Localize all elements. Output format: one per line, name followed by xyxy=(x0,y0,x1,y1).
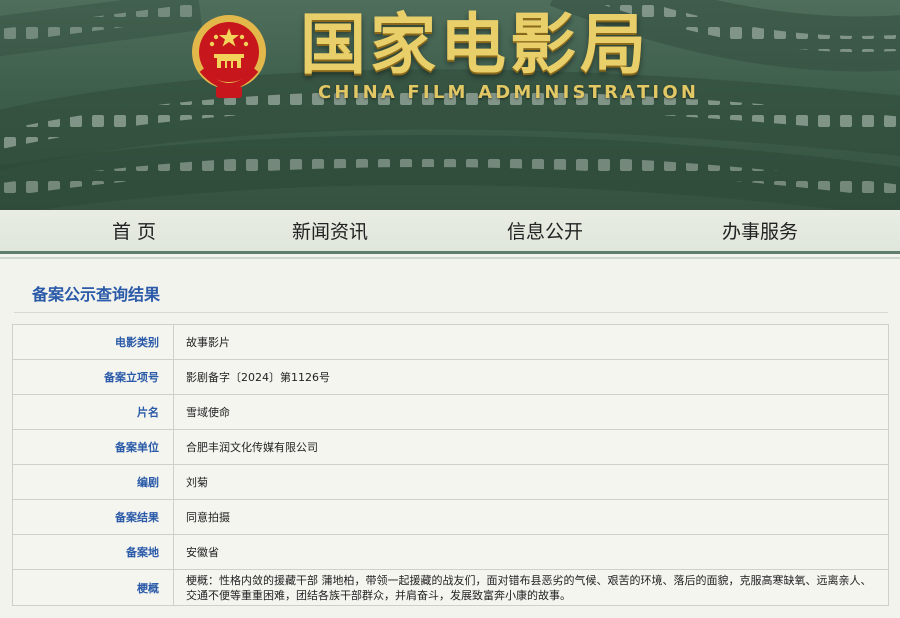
site-title-english: CHINA FILM ADMINISTRATION xyxy=(318,82,700,103)
row-label-result: 备案结果 xyxy=(12,499,174,535)
table-row: 编剧 刘菊 xyxy=(12,464,889,500)
table-row: 电影类别 故事影片 xyxy=(12,324,889,360)
nav-divider xyxy=(0,257,900,259)
nav-item-home[interactable]: 首 页 xyxy=(84,210,184,254)
row-value-location: 安徽省 xyxy=(173,534,889,570)
table-row: 备案单位 合肥丰润文化传媒有限公司 xyxy=(12,429,889,465)
row-label-location: 备案地 xyxy=(12,534,174,570)
page-title: 备案公示查询结果 xyxy=(32,285,161,304)
site-banner: 国家电影局 CHINA FILM ADMINISTRATION xyxy=(0,0,900,210)
nav-item-services[interactable]: 办事服务 xyxy=(700,210,820,254)
row-label-screenwriter: 编剧 xyxy=(12,464,174,500)
table-row: 片名 雪域使命 xyxy=(12,394,889,430)
nav-item-news[interactable]: 新闻资讯 xyxy=(270,210,390,254)
row-value-registration-number: 影剧备字〔2024〕第1126号 xyxy=(173,359,889,395)
row-value-category: 故事影片 xyxy=(173,324,889,360)
row-value-film-title: 雪域使命 xyxy=(173,394,889,430)
row-value-result: 同意拍摄 xyxy=(173,499,889,535)
row-label-category: 电影类别 xyxy=(12,324,174,360)
row-label-registration-number: 备案立项号 xyxy=(12,359,174,395)
section-divider xyxy=(14,312,888,313)
table-row: 梗概 梗概：性格内敛的援藏干部 蒲地柏，带领一起援藏的战友们，面对错布县恶劣的气… xyxy=(12,569,889,606)
nav-item-info-disclosure[interactable]: 信息公开 xyxy=(485,210,605,254)
site-title-chinese: 国家电影局 xyxy=(300,6,650,83)
row-value-screenwriter: 刘菊 xyxy=(173,464,889,500)
table-row: 备案结果 同意拍摄 xyxy=(12,499,889,535)
row-label-film-title: 片名 xyxy=(12,394,174,430)
record-table: 电影类别 故事影片 备案立项号 影剧备字〔2024〕第1126号 片名 雪域使命… xyxy=(12,324,889,606)
row-value-synopsis: 梗概：性格内敛的援藏干部 蒲地柏，带领一起援藏的战友们，面对错布县恶劣的气候、艰… xyxy=(173,569,889,606)
national-emblem-icon xyxy=(192,15,266,98)
main-nav: 首 页 新闻资讯 信息公开 办事服务 xyxy=(0,210,900,254)
row-value-registrant: 合肥丰润文化传媒有限公司 xyxy=(173,429,889,465)
table-row: 备案地 安徽省 xyxy=(12,534,889,570)
row-label-registrant: 备案单位 xyxy=(12,429,174,465)
table-row: 备案立项号 影剧备字〔2024〕第1126号 xyxy=(12,359,889,395)
row-label-synopsis: 梗概 xyxy=(12,569,174,606)
